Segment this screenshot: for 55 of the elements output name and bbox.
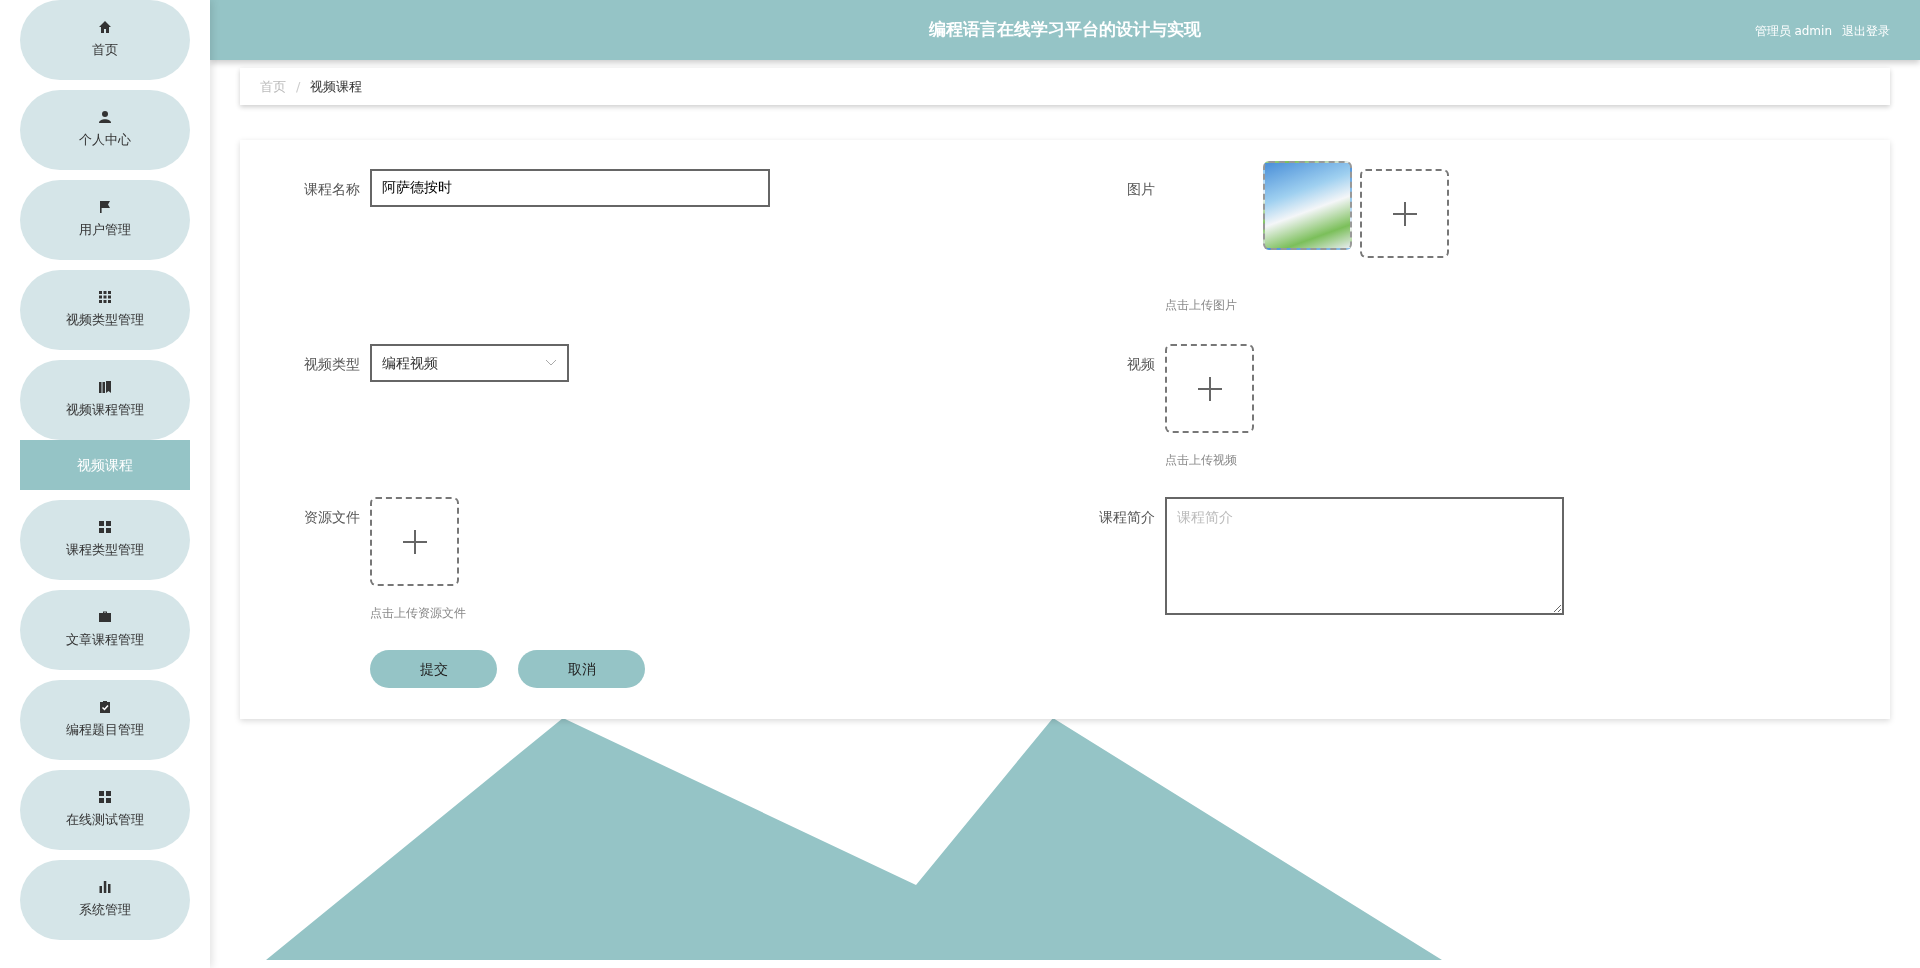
field-label: 课程名称 xyxy=(303,180,361,199)
sidebar-item-label: 视频类型管理 xyxy=(66,311,144,330)
plus-icon xyxy=(1196,375,1223,402)
bar-chart-icon xyxy=(98,880,112,895)
upload-box[interactable] xyxy=(370,497,459,586)
site-title: 编程语言在线学习平台的设计与实现 xyxy=(929,18,1201,42)
book-icon xyxy=(98,380,112,395)
select-field[interactable]: 编程视频 xyxy=(370,344,569,382)
sidebar-item-label: 个人中心 xyxy=(79,131,131,150)
field-label: 视频类型 xyxy=(303,355,361,374)
grid-icon xyxy=(98,520,112,535)
cancel-button[interactable]: 取消 xyxy=(518,650,645,688)
plus-icon xyxy=(1391,200,1418,227)
sidebar-item-label: 用户管理 xyxy=(79,221,131,240)
upload-hint: 点击上传图片 xyxy=(1165,297,1238,314)
breadcrumb-item: 视频课程 xyxy=(310,77,363,96)
clipboard-icon xyxy=(98,700,112,715)
field-label: 图片 xyxy=(1126,180,1156,199)
field-label: 资源文件 xyxy=(303,508,361,527)
sidebar-item[interactable]: 视频课程管理 xyxy=(20,360,190,440)
sidebar-item[interactable]: 文章课程管理 xyxy=(20,590,190,670)
upload-hint: 点击上传资源文件 xyxy=(370,605,466,622)
field-label: 课程简介 xyxy=(1098,508,1156,527)
user-name: 管理员 admin xyxy=(1754,23,1832,40)
sidebar-item[interactable]: 首页 xyxy=(20,0,190,80)
sidebar-item[interactable]: 在线测试管理 xyxy=(20,770,190,850)
plus-icon xyxy=(401,528,428,555)
upload-box[interactable] xyxy=(1360,169,1449,258)
sidebar-item-label: 系统管理 xyxy=(79,901,131,920)
sidebar-item-label: 首页 xyxy=(92,41,118,60)
sidebar-item[interactable]: 系统管理 xyxy=(20,860,190,940)
person-icon xyxy=(98,110,112,125)
sidebar-item-label: 在线测试管理 xyxy=(66,811,144,830)
breadcrumb-separator: / xyxy=(296,77,301,96)
sidebar-item-label: 课程类型管理 xyxy=(66,541,144,560)
field-label: 视频 xyxy=(1126,355,1156,374)
sidebar-item[interactable]: 课程类型管理 xyxy=(20,500,190,580)
upload-hint: 点击上传视频 xyxy=(1165,452,1238,469)
sidebar-item[interactable]: 视频类型管理 xyxy=(20,270,190,350)
chevron-down-icon xyxy=(545,359,557,367)
grid-icon xyxy=(98,290,112,305)
sidebar-item[interactable]: 用户管理 xyxy=(20,180,190,260)
briefcase-icon xyxy=(98,610,112,625)
home-icon xyxy=(98,20,112,35)
submit-button[interactable]: 提交 xyxy=(370,650,497,688)
sidebar-item-label: 编程题目管理 xyxy=(66,721,144,740)
textarea-field[interactable]: 课程简介 xyxy=(1165,497,1564,615)
text-input[interactable]: 阿萨德按时 xyxy=(370,169,770,207)
sidebar-item[interactable]: 个人中心 xyxy=(20,90,190,170)
sidebar-item-label: 视频课程管理 xyxy=(66,401,144,420)
flag-icon xyxy=(98,200,112,215)
upload-box[interactable] xyxy=(1165,344,1254,433)
sidebar-item-label: 文章课程管理 xyxy=(66,631,144,650)
grid-icon xyxy=(98,790,112,805)
sidebar-item[interactable]: 编程题目管理 xyxy=(20,680,190,760)
